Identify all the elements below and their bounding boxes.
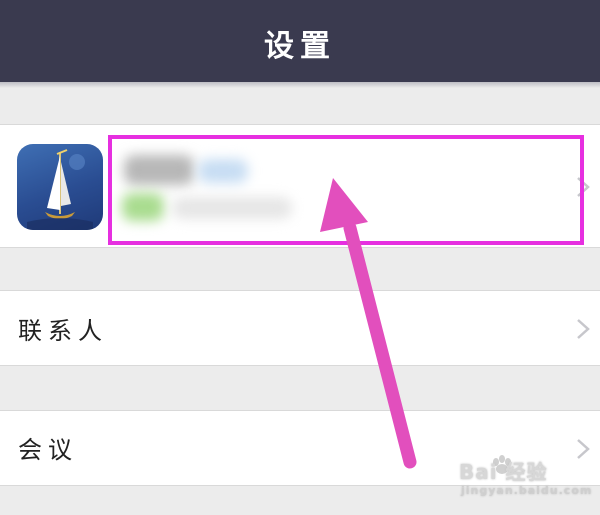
contacts-label: 联系人 <box>18 317 108 345</box>
contacts-row[interactable]: 联系人 <box>0 290 600 366</box>
chevron-right-icon <box>577 319 590 339</box>
watermark-text: Bai 经验 <box>459 460 548 484</box>
page-title: 设置 <box>264 29 336 64</box>
sailboat-app-icon <box>17 144 103 230</box>
meeting-label: 会议 <box>18 436 78 464</box>
navbar-shadow <box>0 82 600 88</box>
highlight-box <box>108 135 584 245</box>
navigation-bar: 设置 <box>0 0 600 82</box>
baidu-jingyan-watermark: Bai 经验 jingyan.baidu.com <box>455 452 597 502</box>
watermark-url: jingyan.baidu.com <box>461 484 593 497</box>
